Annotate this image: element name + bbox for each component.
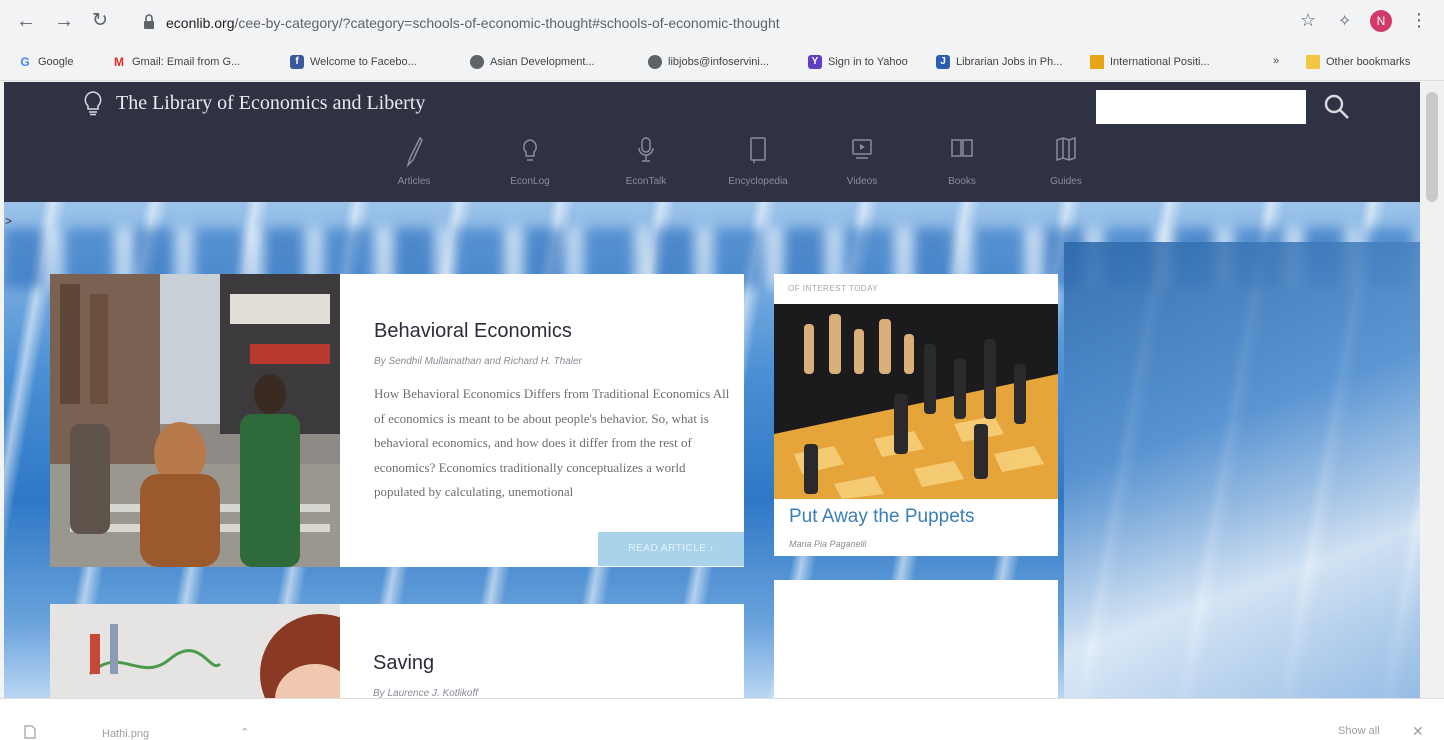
search-input[interactable] bbox=[1096, 90, 1306, 124]
google-icon: G bbox=[20, 55, 30, 69]
browser-toolbar: ← → ↻ econlib.org/cee-by-category/?categ… bbox=[0, 0, 1444, 46]
second-interest-card[interactable] bbox=[774, 580, 1058, 698]
nav-encyclopedia[interactable]: Encyclopedia bbox=[718, 134, 798, 187]
nav-label: Guides bbox=[1050, 176, 1082, 187]
pen-icon bbox=[406, 136, 423, 168]
menu-kebab-icon[interactable]: ⋮ bbox=[1410, 10, 1428, 31]
interest-label: OF INTEREST TODAY bbox=[788, 284, 879, 293]
yahoo-icon: Y bbox=[808, 55, 822, 69]
lock-icon bbox=[144, 14, 154, 29]
caret-icon: > bbox=[5, 214, 13, 228]
second-article-title[interactable]: Saving bbox=[373, 652, 434, 675]
nav-books[interactable]: Books bbox=[922, 134, 1002, 187]
url-host: econlib.org bbox=[166, 15, 235, 31]
nav-label: Videos bbox=[846, 176, 878, 187]
nav-videos[interactable]: Videos bbox=[822, 134, 902, 187]
bookmark-label: Welcome to Facebo... bbox=[310, 56, 417, 68]
avatar[interactable]: N bbox=[1370, 10, 1392, 32]
microphone-icon bbox=[638, 137, 654, 162]
site-title[interactable]: The Library of Economics and Liberty bbox=[116, 92, 425, 115]
bookmark-label: Sign in to Yahoo bbox=[828, 56, 908, 68]
globe-icon bbox=[648, 55, 662, 69]
file-icon bbox=[24, 725, 36, 739]
bookmark-librarian-jobs[interactable]: J Librarian Jobs in Ph... bbox=[936, 55, 1062, 69]
reload-icon[interactable]: ↻ bbox=[92, 11, 108, 31]
nav-econlog[interactable]: EconLog bbox=[490, 134, 570, 187]
bookmark-label: libjobs@infoservini... bbox=[668, 56, 770, 68]
facebook-icon: f bbox=[290, 55, 304, 69]
nav-label: EconLog bbox=[510, 176, 550, 187]
interest-title[interactable]: Put Away the Puppets bbox=[789, 506, 975, 528]
bookmarks-bar: G Google M Gmail: Email from G... f Welc… bbox=[0, 46, 1444, 81]
read-article-button[interactable]: READ ARTICLE › bbox=[598, 532, 744, 566]
bookmark-label: Asian Development... bbox=[490, 56, 595, 68]
nav-econtalk[interactable]: EconTalk bbox=[606, 134, 686, 187]
bookmark-facebook[interactable]: f Welcome to Facebo... bbox=[290, 55, 417, 69]
nav-label: EconTalk bbox=[625, 176, 667, 187]
bookmark-asian-development[interactable]: Asian Development... bbox=[470, 55, 595, 69]
chessboard-image bbox=[774, 304, 1058, 499]
interest-photo[interactable] bbox=[774, 304, 1058, 499]
street-scene-image bbox=[50, 274, 340, 567]
download-filename[interactable]: Hathi.png bbox=[102, 728, 149, 740]
bookmark-gmail[interactable]: M Gmail: Email from G... bbox=[112, 55, 240, 69]
site-header: The Library of Economics and Liberty Art… bbox=[4, 82, 1420, 202]
logo-lightbulb-icon[interactable] bbox=[82, 90, 104, 116]
saving-photo-image bbox=[50, 604, 340, 698]
second-article-photo[interactable] bbox=[50, 604, 340, 698]
forward-arrow-icon[interactable]: → bbox=[54, 11, 74, 31]
address-bar[interactable]: econlib.org/cee-by-category/?category=sc… bbox=[166, 15, 780, 31]
featured-article-photo[interactable] bbox=[50, 274, 340, 567]
nav-articles[interactable]: Articles bbox=[374, 134, 454, 187]
interest-author: Maria Pia Paganelli bbox=[789, 539, 867, 549]
show-all-button[interactable]: Show all bbox=[1338, 725, 1380, 737]
url-path: /cee-by-category/?category=schools-of-ec… bbox=[234, 15, 780, 31]
video-icon bbox=[852, 139, 872, 159]
extensions-icon[interactable]: ✧ bbox=[1338, 11, 1351, 31]
star-icon[interactable]: ☆ bbox=[1300, 10, 1316, 31]
chevron-up-icon[interactable]: ⌃ bbox=[240, 726, 249, 739]
gmail-icon: M bbox=[114, 55, 124, 69]
bookmark-libjobs[interactable]: libjobs@infoservini... bbox=[648, 55, 769, 69]
bookmark-international[interactable]: International Positi... bbox=[1090, 55, 1210, 69]
bookmark-yahoo[interactable]: Y Sign in to Yahoo bbox=[808, 55, 908, 69]
map-icon bbox=[1056, 136, 1076, 162]
bookmark-other[interactable]: Other bookmarks bbox=[1306, 55, 1410, 69]
hero-blur-folders bbox=[1064, 242, 1420, 698]
download-bar: Hathi.png ⌃ Show all ✕ bbox=[0, 698, 1444, 740]
scrollbar-thumb[interactable] bbox=[1426, 92, 1438, 202]
nav-label: Articles bbox=[397, 176, 431, 187]
jobs-icon: J bbox=[936, 55, 950, 69]
nav-label: Books bbox=[948, 176, 976, 187]
article-title[interactable]: Behavioral Economics bbox=[374, 320, 572, 343]
bookmark-label: Other bookmarks bbox=[1326, 56, 1411, 68]
bookmark-label: International Positi... bbox=[1110, 56, 1210, 68]
close-icon[interactable]: ✕ bbox=[1412, 723, 1424, 740]
nav-guides[interactable]: Guides bbox=[1026, 134, 1106, 187]
folder-icon bbox=[1090, 55, 1104, 69]
book-icon bbox=[750, 137, 766, 163]
search-icon[interactable] bbox=[1322, 92, 1352, 122]
bookmark-label: Gmail: Email from G... bbox=[132, 56, 241, 68]
bookmarks-overflow[interactable]: » bbox=[1273, 55, 1279, 67]
nav-label: Encyclopedia bbox=[728, 176, 788, 187]
lightbulb-icon bbox=[523, 139, 537, 161]
bookmark-label: Google bbox=[38, 56, 74, 68]
overflow-icon: » bbox=[1273, 55, 1280, 67]
article-author: By Sendhil Mullainathan and Richard H. T… bbox=[374, 356, 582, 367]
bookmark-label: Librarian Jobs in Ph... bbox=[956, 56, 1063, 68]
article-excerpt: How Behavioral Economics Differs from Tr… bbox=[374, 386, 730, 499]
back-arrow-icon[interactable]: ← bbox=[16, 11, 36, 31]
globe-icon bbox=[470, 55, 484, 69]
folder-icon bbox=[1306, 55, 1320, 69]
bookmark-google[interactable]: G Google bbox=[18, 55, 73, 69]
open-book-icon bbox=[951, 139, 973, 157]
